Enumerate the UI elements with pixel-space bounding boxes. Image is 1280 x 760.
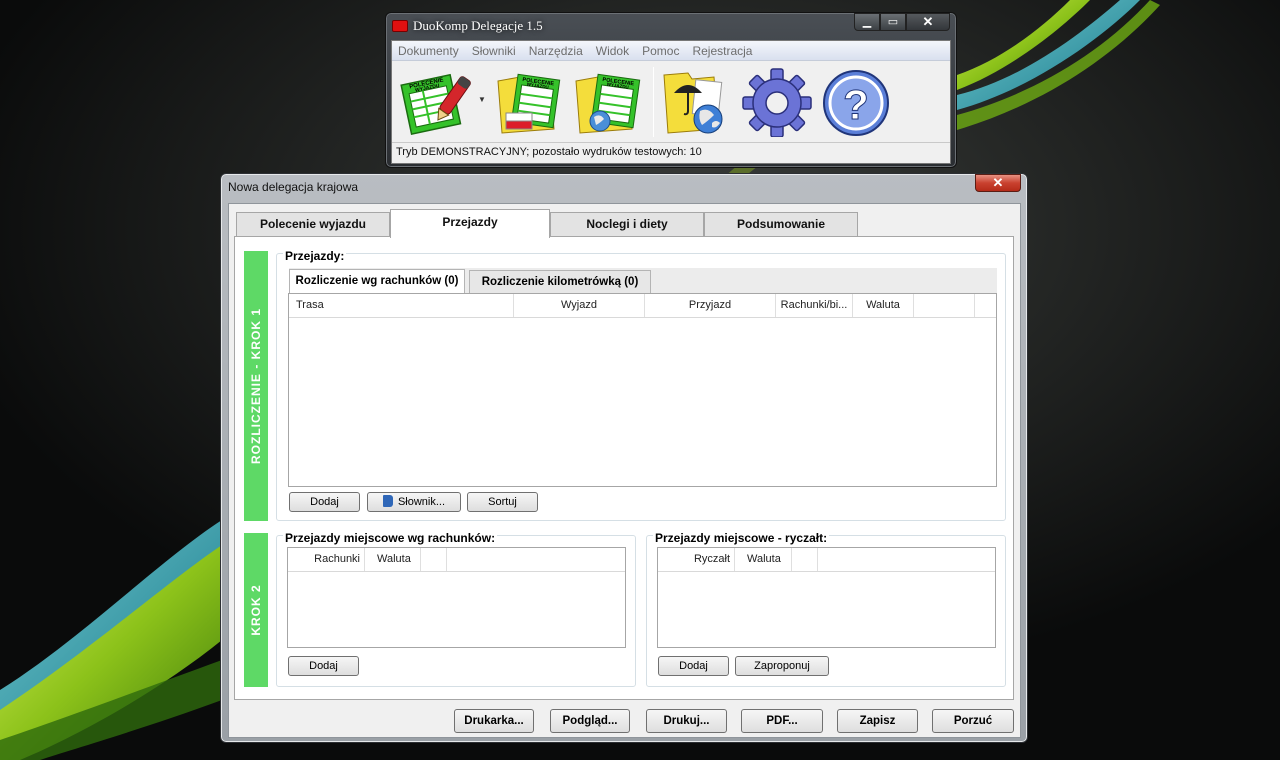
column-waluta[interactable]: Waluta (365, 548, 421, 571)
local-receipts-table-header: Rachunki Waluta (288, 548, 625, 572)
tab-polecenie-wyjazdu[interactable]: Polecenie wyjazdu (236, 212, 390, 237)
menu-pomoc[interactable]: Pomoc (642, 44, 679, 58)
column-empty (914, 294, 975, 317)
przejazdy-group-title: Przejazdy: (283, 249, 347, 263)
subtab-rozliczenie-kilometrowka[interactable]: Rozliczenie kilometrówką (0) (469, 270, 651, 294)
step2-label-bar: KROK 2 (244, 533, 268, 687)
step2-label: KROK 2 (249, 584, 263, 636)
chevron-down-icon[interactable]: ▼ (478, 95, 486, 104)
propose-button[interactable]: Zaproponuj (735, 656, 829, 676)
new-travel-order-button[interactable]: POLECENIE WYJAZDU (398, 67, 476, 137)
umbrella-folder-globe-icon (663, 72, 723, 134)
column-wyjazd[interactable]: Wyjazd (514, 294, 645, 317)
column-rachunki[interactable]: Rachunki (288, 548, 365, 571)
column-empty (421, 548, 447, 571)
toolbar: POLECENIE WYJAZDU ▼ POLECENIE WYJAZDU PO… (392, 61, 950, 143)
column-ryczalt[interactable]: Ryczałt (658, 548, 735, 571)
column-rachunki[interactable]: Rachunki/bi... (776, 294, 853, 317)
insurance-button[interactable] (660, 67, 732, 137)
tab-przejazdy[interactable]: Przejazdy (390, 209, 550, 238)
main-window-title: DuoKomp Delegacje 1.5 (413, 18, 543, 33)
menu-narzedzia[interactable]: Narzędzia (529, 44, 583, 58)
przejazdy-table: Trasa Wyjazd Przyjazd Rachunki/bi... Wal… (288, 293, 997, 487)
close-button[interactable]: ✕ (906, 13, 950, 31)
help-button[interactable]: ? (820, 67, 892, 137)
dictionary-button-label: Słownik... (397, 496, 446, 508)
menu-widok[interactable]: Widok (596, 44, 629, 58)
main-app-window: DuoKomp Delegacje 1.5 ▁ ▭ ✕ Dokumenty Sł… (385, 12, 957, 168)
local-receipts-group: Przejazdy miejscowe wg rachunków: Rachun… (276, 531, 636, 687)
preview-button[interactable]: Podgląd... (550, 709, 630, 733)
tab-noclegi-i-diety[interactable]: Noclegi i diety (550, 212, 704, 237)
tab-podsumowanie[interactable]: Podsumowanie (704, 212, 858, 237)
przejazdy-group: Przejazdy: Rozliczenie wg rachunków (0) … (276, 249, 1006, 521)
step1-label: ROZLICZENIE - KROK 1 (249, 307, 263, 465)
book-icon (382, 495, 393, 507)
local-flat-rate-group: Przejazdy miejscowe - ryczałt: Ryczałt W… (646, 531, 1006, 687)
gear-icon (742, 68, 812, 138)
dictionary-button[interactable]: Słownik... (367, 492, 461, 512)
local-flat-rate-table: Ryczałt Waluta (657, 547, 996, 648)
domestic-settlement-button[interactable]: POLECENIE WYJAZDU (490, 67, 568, 137)
local-receipts-title: Przejazdy miejscowe wg rachunków: (283, 531, 498, 545)
menu-dokumenty[interactable]: Dokumenty (398, 44, 459, 58)
add-button[interactable]: Dodaj (289, 492, 360, 512)
przejazdy-tab-panel: ROZLICZENIE - KROK 1 Przejazdy: Rozlicze… (234, 236, 1014, 700)
caption-buttons: ▁ ▭ ✕ (854, 13, 950, 31)
main-titlebar[interactable]: DuoKomp Delegacje 1.5 ▁ ▭ ✕ (386, 13, 956, 39)
app-icon (392, 20, 408, 32)
minimize-button[interactable]: ▁ (854, 13, 880, 31)
status-bar: Tryb DEMONSTRACYJNY; pozostało wydruków … (396, 146, 702, 158)
document-pen-icon: POLECENIE WYJAZDU (400, 73, 471, 135)
column-waluta[interactable]: Waluta (853, 294, 914, 317)
foreign-folder-globe-icon: POLECENIE WYJAZDU (575, 73, 641, 134)
column-waluta[interactable]: Waluta (735, 548, 792, 571)
svg-text:?: ? (843, 81, 869, 128)
local-receipts-table: Rachunki Waluta (287, 547, 626, 648)
print-button[interactable]: Drukuj... (646, 709, 727, 733)
subtab-rozliczenie-wg-rachunkow[interactable]: Rozliczenie wg rachunków (0) (289, 269, 465, 295)
main-client-area: Dokumenty Słowniki Narzędzia Widok Pomoc… (391, 40, 951, 164)
dialog-client-area: Polecenie wyjazdu Przejazdy Noclegi i di… (228, 203, 1021, 738)
save-button[interactable]: Zapisz (837, 709, 918, 733)
dialog-close-button[interactable]: ✕ (975, 174, 1021, 192)
discard-button[interactable]: Porzuć (932, 709, 1014, 733)
menu-rejestracja[interactable]: Rejestracja (692, 44, 752, 58)
step1-label-bar: ROZLICZENIE - KROK 1 (244, 251, 268, 521)
printer-button[interactable]: Drukarka... (454, 709, 534, 733)
domestic-folder-icon: POLECENIE WYJAZDU (497, 73, 561, 134)
toolbar-separator (653, 67, 654, 137)
settlement-subtabs: Rozliczenie wg rachunków (0) Rozliczenie… (289, 268, 997, 295)
local-flat-rate-title: Przejazdy miejscowe - ryczałt: (653, 531, 830, 545)
new-domestic-delegation-dialog: Nowa delegacja krajowa ✕ Polecenie wyjaz… (220, 173, 1028, 743)
pdf-button[interactable]: PDF... (741, 709, 823, 733)
add-button[interactable]: Dodaj (658, 656, 729, 676)
foreign-settlement-button[interactable]: POLECENIE WYJAZDU (570, 67, 648, 137)
sort-button[interactable]: Sortuj (467, 492, 538, 512)
menu-slowniki[interactable]: Słowniki (472, 44, 516, 58)
settings-button[interactable] (740, 67, 814, 138)
dialog-title: Nowa delegacja krajowa (228, 180, 359, 194)
maximize-button[interactable]: ▭ (880, 13, 906, 31)
question-mark-icon: ? (823, 70, 889, 136)
local-flat-rate-table-header: Ryczałt Waluta (658, 548, 995, 572)
column-trasa[interactable]: Trasa (289, 294, 514, 317)
przejazdy-table-header: Trasa Wyjazd Przyjazd Rachunki/bi... Wal… (289, 294, 996, 318)
column-empty (792, 548, 818, 571)
column-przyjazd[interactable]: Przyjazd (645, 294, 776, 317)
add-button[interactable]: Dodaj (288, 656, 359, 676)
menubar: Dokumenty Słowniki Narzędzia Widok Pomoc… (392, 41, 950, 61)
